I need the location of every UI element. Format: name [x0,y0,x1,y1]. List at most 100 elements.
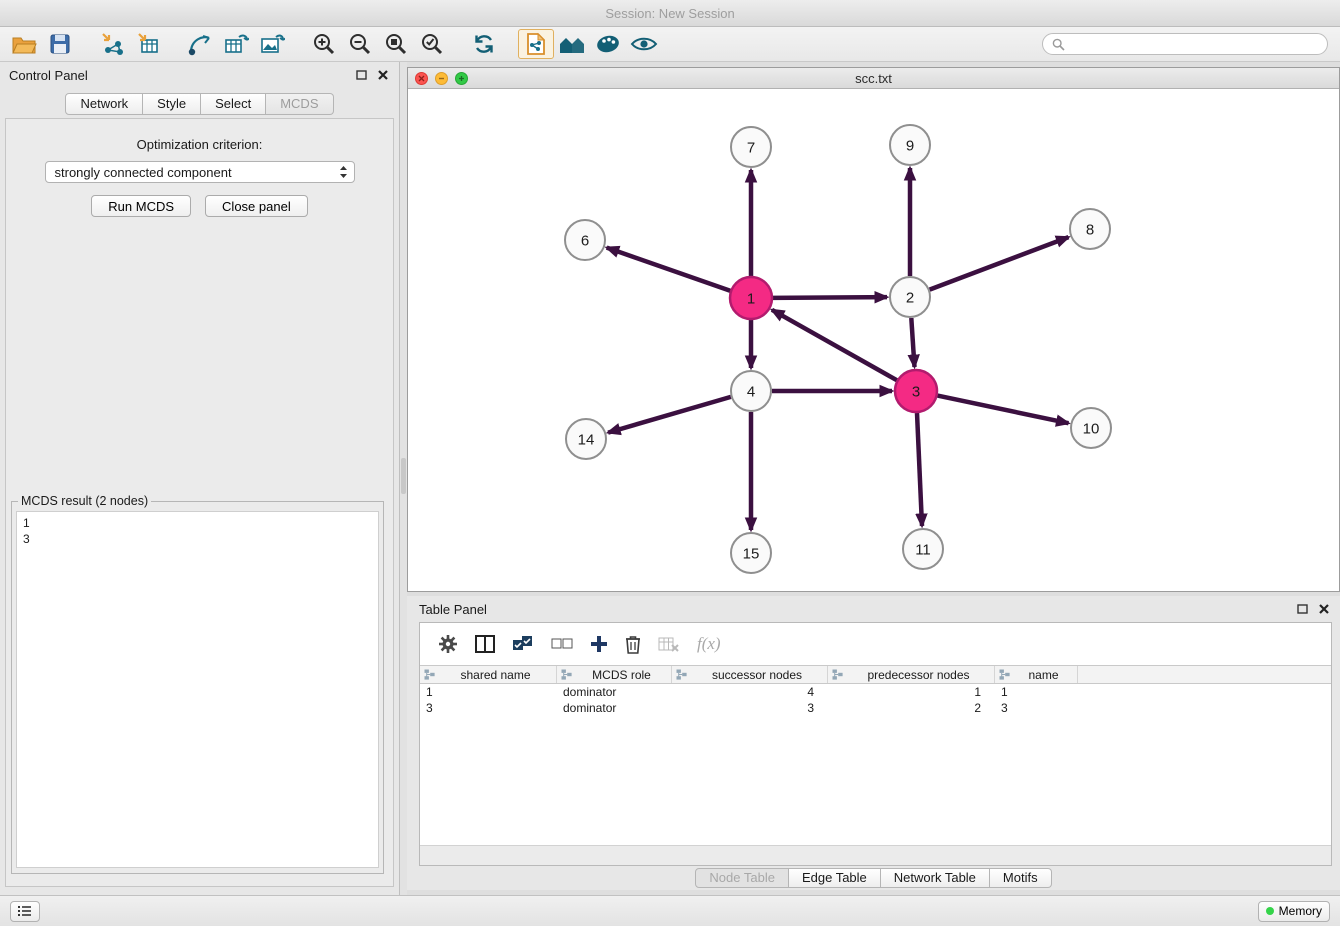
unselect-all-columns-button[interactable] [551,635,573,653]
column-header-name[interactable]: name [995,666,1078,683]
graph-node-9[interactable]: 9 [890,125,930,165]
graph-node-10[interactable]: 10 [1071,408,1111,448]
column-header-successor-nodes[interactable]: successor nodes [672,666,828,683]
zoom-fit-button[interactable] [378,29,414,59]
zoom-in-button[interactable] [306,29,342,59]
minimize-window-button[interactable] [435,72,448,85]
mcds-result-box: MCDS result (2 nodes) 13 [11,494,384,874]
graph-node-15[interactable]: 15 [731,533,771,573]
eye-icon [630,34,658,54]
table-cell[interactable]: dominator [557,684,672,700]
table-cell[interactable]: 3 [672,700,828,716]
open-session-button[interactable] [6,29,42,59]
mcds-result-list[interactable]: 13 [16,511,379,868]
show-hide-button[interactable] [626,29,662,59]
zoom-out-button[interactable] [342,29,378,59]
nested-network-button[interactable] [554,29,590,59]
table-settings-button[interactable] [438,634,458,654]
graph-edge-3-10[interactable] [938,396,1069,424]
search-input[interactable] [1070,37,1318,51]
graph-node-8[interactable]: 8 [1070,209,1110,249]
graph-node-2[interactable]: 2 [890,277,930,317]
tab-motifs[interactable]: Motifs [990,868,1052,888]
run-mcds-button[interactable]: Run MCDS [91,195,191,217]
graph-edge-1-2[interactable] [773,297,887,298]
network-canvas[interactable]: 7 9 6 8 1 2 4 3 14 10 15 11 [408,89,1339,591]
graph-node-6[interactable]: 6 [565,220,605,260]
float-panel-icon[interactable] [354,68,368,82]
graph-node-4[interactable]: 4 [731,371,771,411]
table-panel: Table Panel [407,596,1340,890]
import-network-button[interactable] [94,29,130,59]
table-cell[interactable]: 1 [420,684,557,700]
memory-button[interactable]: Memory [1258,901,1330,922]
table-cell[interactable]: dominator [557,700,672,716]
table-cell[interactable]: 1 [995,684,1078,700]
table-cell[interactable]: 4 [672,684,828,700]
graph-node-7[interactable]: 7 [731,127,771,167]
close-window-button[interactable] [415,72,428,85]
panel-splitter[interactable] [400,62,407,895]
graph-node-1[interactable]: 1 [730,277,772,319]
task-history-button[interactable] [10,901,40,922]
control-panel: Control Panel NetworkStyleSelectMCDS Opt… [0,62,400,895]
graph-node-14[interactable]: 14 [566,419,606,459]
column-header-predecessor-nodes[interactable]: predecessor nodes [828,666,995,683]
table-cell[interactable]: 3 [995,700,1078,716]
search-box[interactable] [1042,33,1328,55]
column-header-shared-name[interactable]: shared name [420,666,557,683]
graph-edge-3-11[interactable] [917,413,922,526]
tab-node-table[interactable]: Node Table [695,868,789,888]
tab-network-table[interactable]: Network Table [881,868,990,888]
apply-layout-button[interactable] [466,29,502,59]
graph-node-11[interactable]: 11 [903,529,943,569]
import-table-button[interactable] [130,29,166,59]
criterion-dropdown[interactable]: strongly connected component [45,161,355,183]
export-image-button[interactable] [254,29,290,59]
refresh-icon [472,32,496,56]
delete-column-button[interactable] [625,635,641,654]
select-all-columns-button[interactable] [512,635,534,653]
close-table-panel-icon[interactable] [1317,602,1331,616]
delete-table-button[interactable] [658,635,680,653]
zoom-selected-button[interactable] [414,29,450,59]
tab-mcds[interactable]: MCDS [266,93,333,115]
open-network-file-button[interactable] [518,29,554,59]
graph-node-3[interactable]: 3 [895,370,937,412]
tab-network[interactable]: Network [65,93,143,115]
graph-edge-2-8[interactable] [930,237,1069,290]
table-cell[interactable]: 2 [828,700,995,716]
table-cell[interactable]: 1 [828,684,995,700]
apply-style-button[interactable] [590,29,626,59]
table-cell[interactable]: 3 [420,700,557,716]
column-header-MCDS-role[interactable]: MCDS role [557,666,672,683]
save-session-button[interactable] [42,29,78,59]
table-scrollbar[interactable] [420,845,1331,865]
function-builder-button[interactable]: f(x) [697,634,721,654]
network-window-titlebar[interactable]: scc.txt [408,68,1339,89]
maximize-window-button[interactable] [455,72,468,85]
table-row[interactable]: 3dominator323 [420,700,1331,716]
graph-node-label: 11 [915,542,931,559]
tab-style[interactable]: Style [143,93,201,115]
graph-edge-2-3[interactable] [911,318,914,367]
search-icon [1052,38,1065,51]
mcds-result-title: MCDS result (2 nodes) [18,494,151,508]
new-network-button[interactable] [182,29,218,59]
graph-node-label: 4 [747,384,755,401]
create-column-button[interactable] [590,635,608,653]
close-panel-button[interactable]: Close panel [205,195,308,217]
dropdown-chevrons-icon [339,165,348,179]
graph-edge-4-14[interactable] [608,397,731,433]
tab-edge-table[interactable]: Edge Table [789,868,881,888]
close-panel-icon[interactable] [376,68,390,82]
tab-select[interactable]: Select [201,93,266,115]
graph-edge-3-1[interactable] [772,310,897,380]
splitter-handle[interactable] [401,458,406,494]
table-row[interactable]: 1dominator411 [420,684,1331,700]
export-table-button[interactable] [218,29,254,59]
mcds-panel: Optimization criterion: strongly connect… [5,118,394,887]
float-table-panel-icon[interactable] [1295,602,1309,616]
graph-edge-1-6[interactable] [607,248,731,291]
show-column-button[interactable] [475,635,495,653]
